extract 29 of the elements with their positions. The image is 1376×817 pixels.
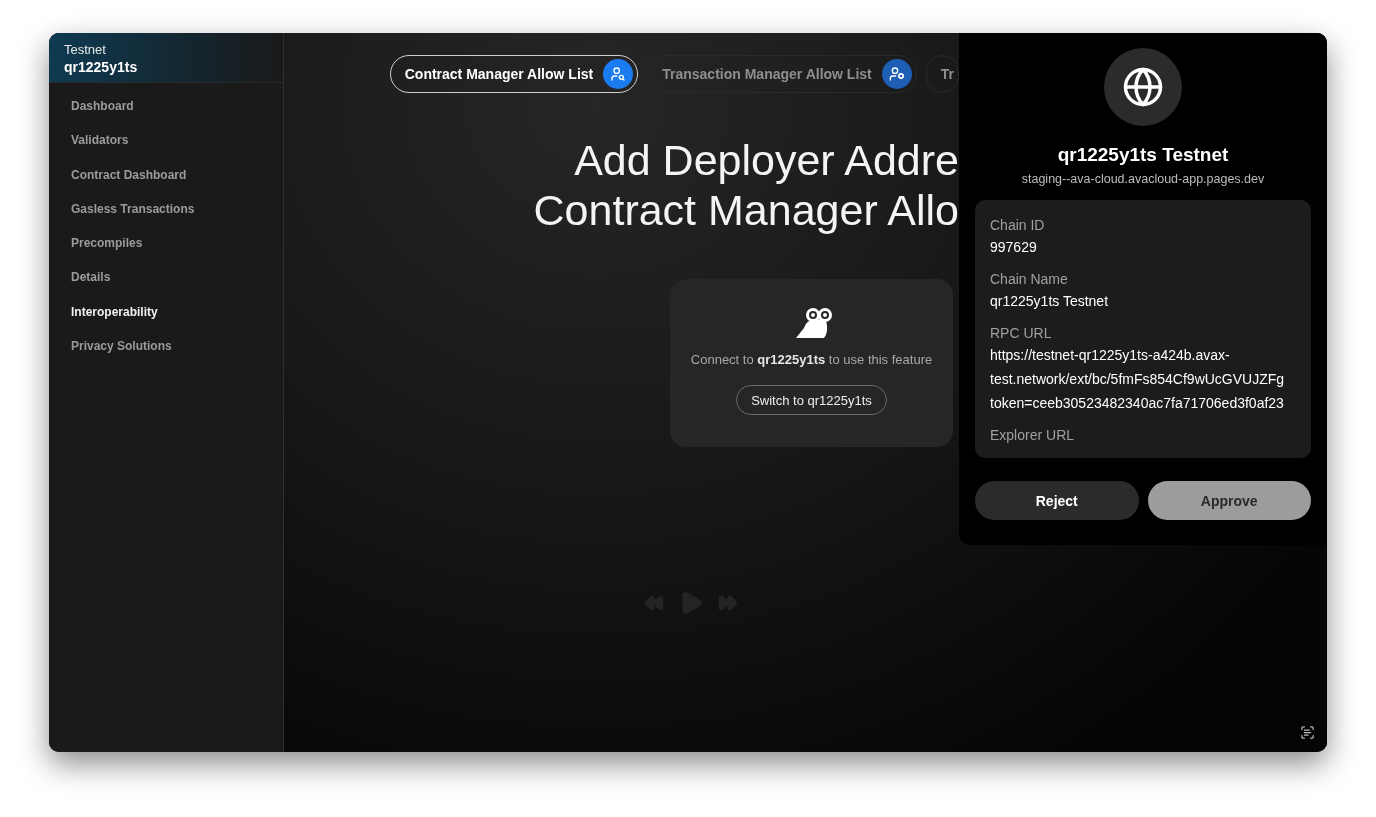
field-value: 997629 — [990, 238, 1038, 257]
field-label: Chain ID — [990, 216, 1046, 235]
chain-name: qr1225y1ts — [64, 58, 139, 76]
sidebar-item[interactable]: Precompiles — [71, 236, 143, 271]
reject-button[interactable]: Reject — [975, 481, 1139, 520]
page-heading: Contract Manager Allo — [533, 185, 959, 235]
network-label: Testnet — [64, 41, 107, 58]
sidebar-item[interactable]: Validators — [71, 133, 129, 168]
field-label: Explorer URL — [990, 426, 1076, 445]
field-label: RPC URL — [990, 324, 1053, 343]
field-value: https://testnet-qr1225y1ts-a424b.avax- — [990, 346, 1231, 365]
popup-title: qr1225y1ts Testnet — [1057, 144, 1229, 166]
field-value: test.network/ext/bc/5fmFs854Cf9wUcGVUJZFg — [990, 370, 1286, 389]
sidebar-item[interactable]: Details — [71, 270, 111, 305]
sidebar-item[interactable]: Gasless Transactions — [71, 201, 195, 237]
field-label: Chain Name — [990, 270, 1069, 289]
sidebar-item[interactable]: Contract Dashboard — [71, 167, 187, 202]
user-icon — [881, 59, 912, 89]
sidebar-item[interactable]: Privacy Solutions — [71, 339, 172, 374]
user-icon — [603, 59, 634, 89]
field-value: qr1225y1ts Testnet — [990, 292, 1110, 311]
approve-button[interactable]: Approve — [1147, 481, 1311, 520]
page-heading: Add Deployer Addre — [574, 135, 959, 185]
site-origin: staging--ava-cloud.avacloud-app.pages.dev — [1021, 172, 1265, 186]
field-value: token=ceeb30523482340ac7fa71706ed3f0af23 — [990, 394, 1285, 413]
sidebar-item[interactable]: Interoperability — [71, 304, 158, 340]
scan-icon[interactable] — [1300, 725, 1315, 740]
connect-message: Connect to qr1225y1ts to use this feature — [690, 352, 933, 367]
sidebar-item[interactable]: Dashboard — [71, 99, 134, 134]
